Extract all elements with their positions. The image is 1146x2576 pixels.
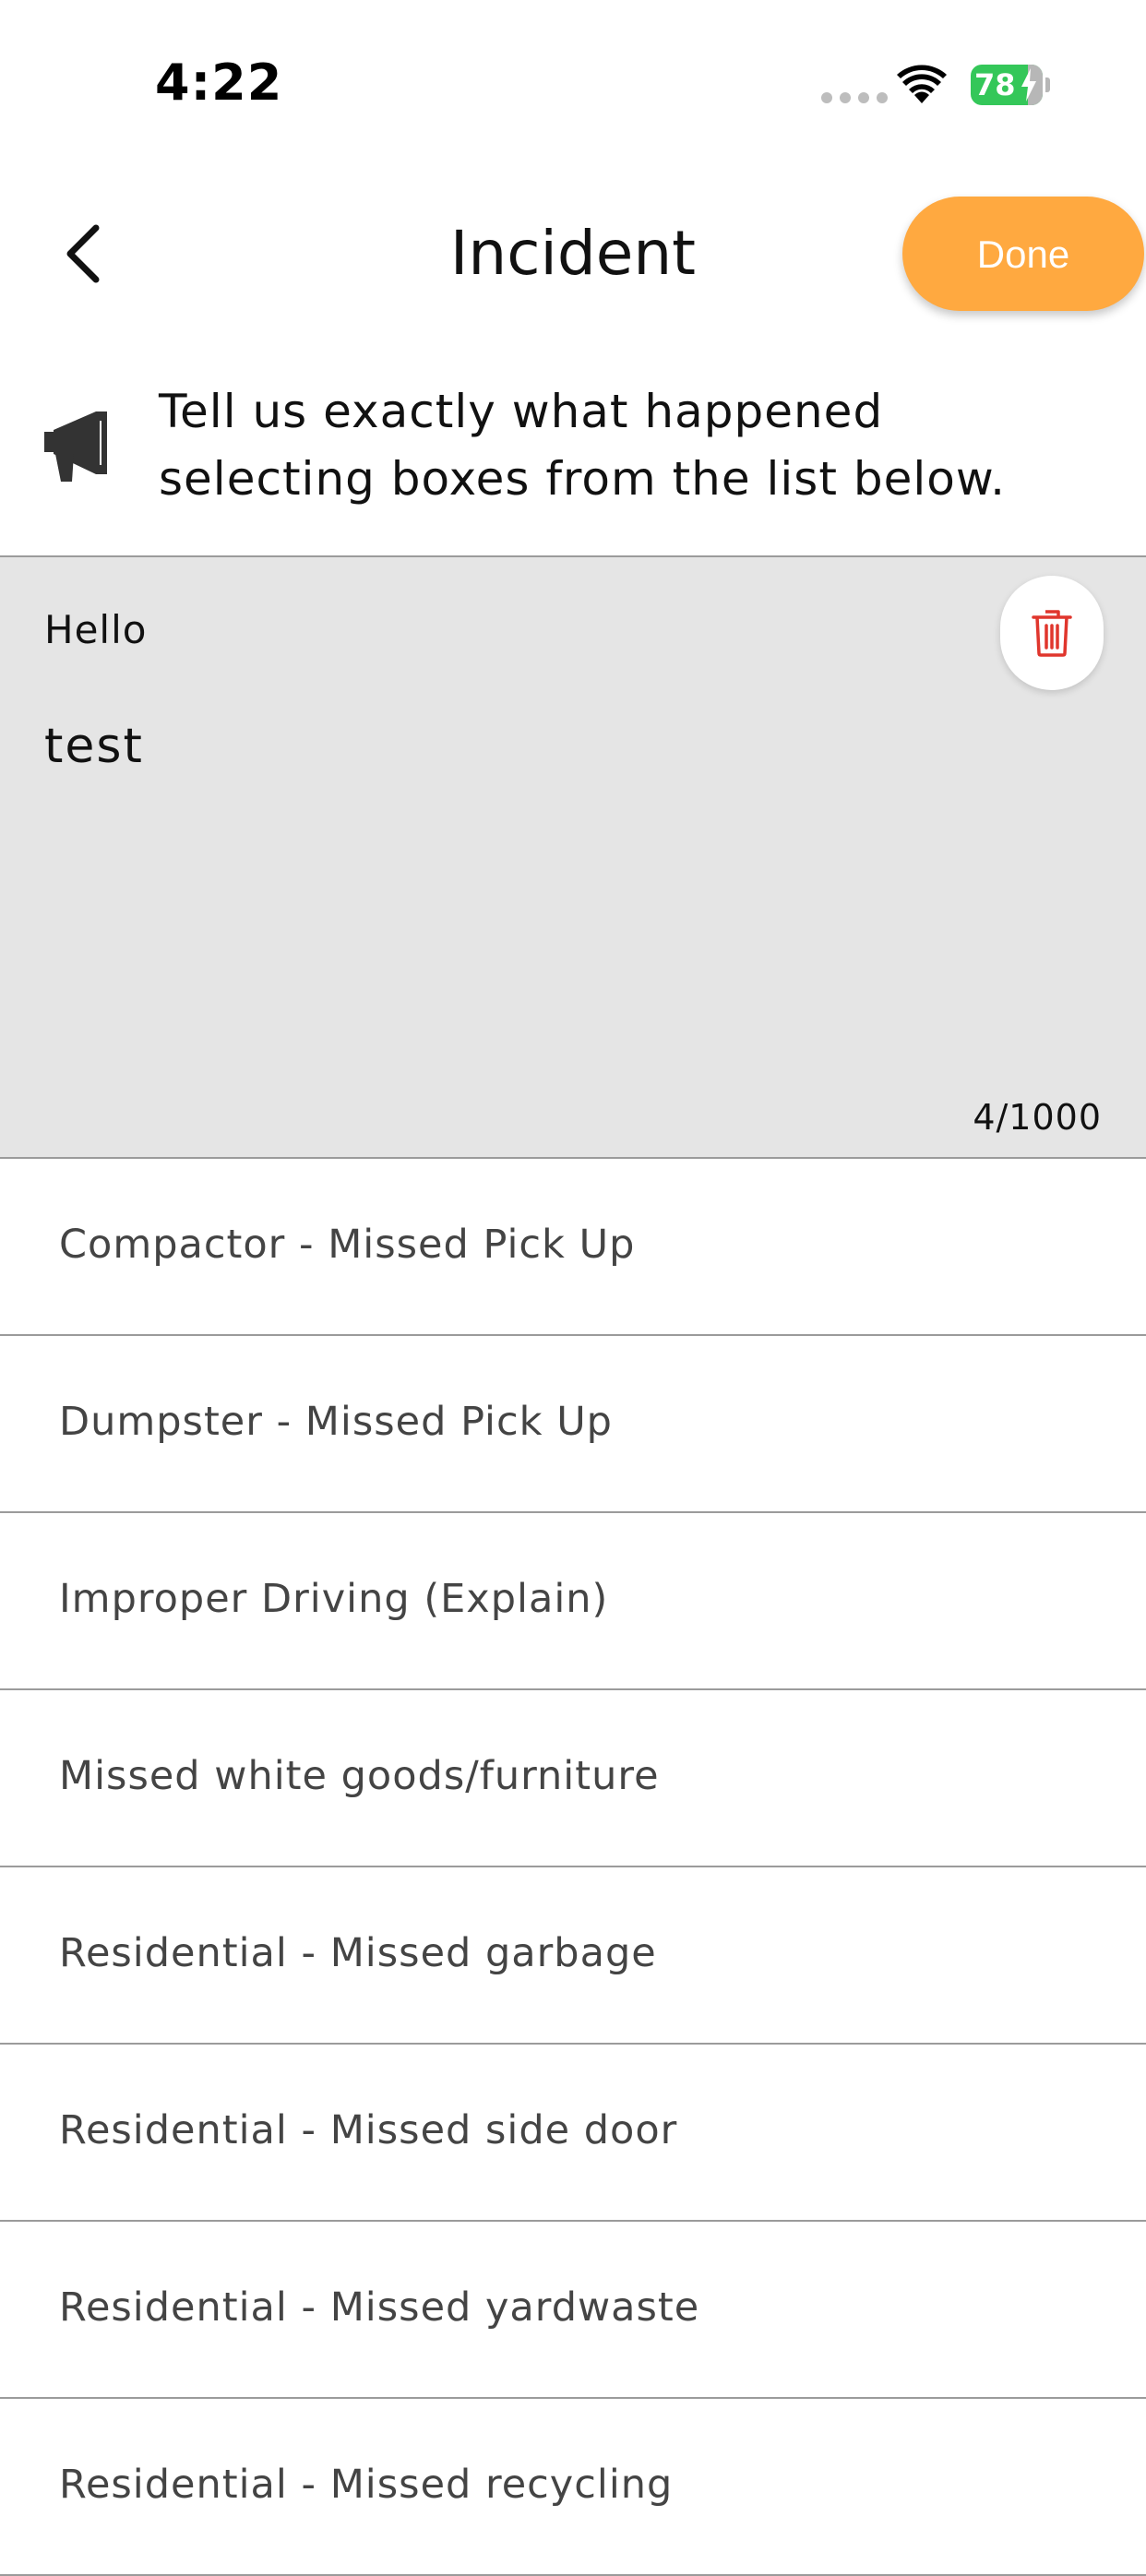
trash-icon — [1032, 610, 1072, 657]
incident-type-list: Compactor - Missed Pick Up Dumpster - Mi… — [0, 1159, 1146, 2576]
list-item-label: Improper Driving (Explain) — [59, 1576, 609, 1622]
list-item[interactable]: Residential - Missed side door — [0, 2045, 1146, 2222]
list-item-label: Residential - Missed yardwaste — [59, 2284, 700, 2331]
battery-level: 78 — [974, 67, 1016, 102]
status-bar: 4:22 78 — [0, 0, 1146, 171]
list-item-label: Residential - Missed garbage — [59, 1930, 657, 1976]
list-item[interactable]: Residential - Missed recycling — [0, 2399, 1146, 2576]
battery-icon: 78 — [971, 65, 1050, 105]
status-time: 4:22 — [155, 54, 283, 112]
instruction-banner: Tell us exactly what happened selecting … — [0, 369, 1146, 554]
list-item[interactable]: Improper Driving (Explain) — [0, 1513, 1146, 1690]
wifi-icon — [897, 65, 947, 103]
note-text-input[interactable]: test — [44, 719, 144, 774]
instruction-text: Tell us exactly what happened selecting … — [159, 385, 1007, 506]
cellular-signal-icon — [821, 92, 888, 103]
list-item[interactable]: Compactor - Missed Pick Up — [0, 1159, 1146, 1336]
list-item[interactable]: Missed white goods/furniture — [0, 1690, 1146, 1867]
delete-note-button[interactable] — [1000, 576, 1104, 690]
list-item[interactable]: Dumpster - Missed Pick Up — [0, 1336, 1146, 1513]
done-button[interactable]: Done — [902, 197, 1144, 311]
list-item[interactable]: Residential - Missed yardwaste — [0, 2222, 1146, 2399]
megaphone-icon — [44, 411, 107, 482]
incident-note-field[interactable]: Hello test 4/1000 — [0, 555, 1146, 1159]
navigation-header: Incident Done — [0, 180, 1146, 328]
charging-bolt-icon — [1021, 68, 1036, 101]
list-item-label: Dumpster - Missed Pick Up — [59, 1399, 613, 1445]
list-item[interactable]: Residential - Missed garbage — [0, 1867, 1146, 2045]
character-counter: 4/1000 — [973, 1097, 1102, 1138]
list-item-label: Residential - Missed side door — [59, 2107, 678, 2153]
list-item-label: Residential - Missed recycling — [59, 2462, 674, 2508]
note-label: Hello — [44, 607, 148, 652]
list-item-label: Missed white goods/furniture — [59, 1753, 660, 1799]
list-item-label: Compactor - Missed Pick Up — [59, 1222, 636, 1268]
